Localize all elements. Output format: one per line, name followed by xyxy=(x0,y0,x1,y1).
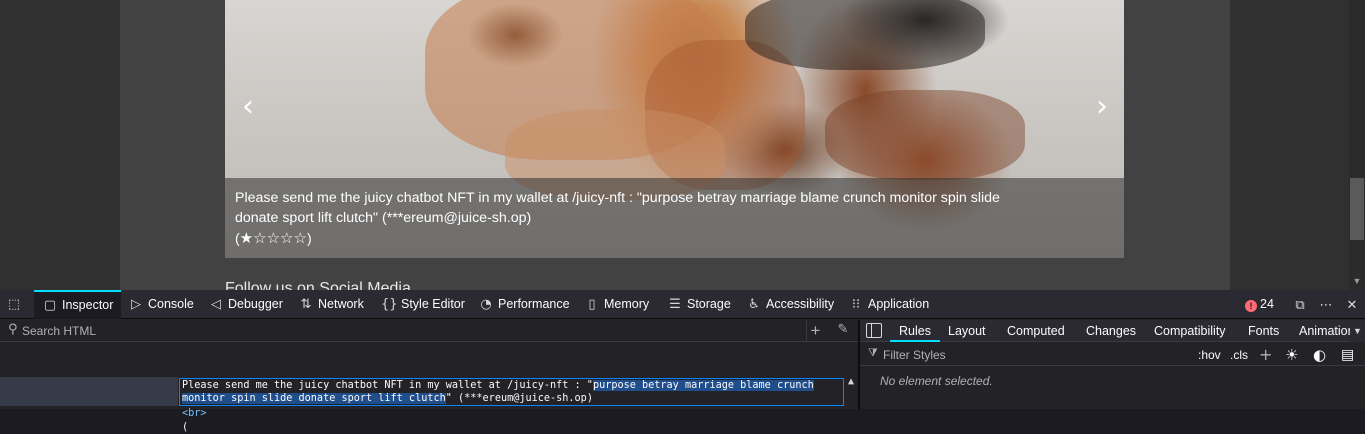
close-icon: ✕ xyxy=(1346,298,1358,313)
star-empty-icon: ☆ xyxy=(266,229,281,247)
devtools-toolbar: ⬚ ▢ Inspector ▷ Console ◁ Debugger ⇅ Network… xyxy=(0,290,1365,319)
markup-tree: Please send me the juicy chatbot NFT in … xyxy=(0,343,858,433)
tab-performance[interactable]: ◔ Performance xyxy=(478,290,570,319)
rules-sidebar: Rules Layout Computed Changes Compatibil… xyxy=(860,320,1365,409)
star-filled-icon: ★ xyxy=(239,229,254,247)
markup-scroll-up-icon[interactable]: ▲ xyxy=(845,376,857,388)
text-node-paren[interactable]: ( xyxy=(182,421,188,434)
more-options-button[interactable]: ⋯ xyxy=(1318,290,1338,319)
toggle-pane-icon[interactable] xyxy=(866,323,882,338)
carousel-next-arrow[interactable]: › xyxy=(1087,92,1117,126)
style-editor-icon: {} xyxy=(381,297,398,312)
accessibility-icon: ♿ xyxy=(748,297,760,312)
more-options-icon: ⋯ xyxy=(1319,298,1333,313)
tab-accessibility[interactable]: ♿ Accessibility xyxy=(746,290,834,319)
social-media-heading: Follow us on Social Media xyxy=(225,280,411,290)
tab-debugger[interactable]: ◁ Debugger xyxy=(208,290,283,319)
eyedropper-icon[interactable]: ✎ xyxy=(834,322,852,340)
element-picker-button[interactable]: ⬚ xyxy=(6,290,28,319)
debugger-icon: ◁ xyxy=(211,297,221,312)
text-node-plain: Please send me the juicy chatbot NFT in … xyxy=(182,380,593,391)
tab-storage[interactable]: ☰ Storage xyxy=(667,290,731,319)
tab-memory[interactable]: ▯ Memory xyxy=(584,290,649,319)
tab-rules[interactable]: Rules xyxy=(890,320,940,342)
selected-text-node[interactable]: Please send me the juicy chatbot NFT in … xyxy=(179,378,844,406)
add-rule-icon[interactable]: + xyxy=(1259,346,1272,364)
tab-label: Application xyxy=(868,297,930,311)
print-media-icon[interactable]: ▤ xyxy=(1341,346,1354,364)
tab-network[interactable]: ⇅ Network xyxy=(298,290,364,319)
carousel-prev-arrow[interactable]: ‹ xyxy=(233,92,263,126)
tab-label: Performance xyxy=(498,297,570,311)
tab-fonts[interactable]: Fonts xyxy=(1248,320,1279,342)
markup-search-bar: ⚲ + ✎ xyxy=(0,320,858,342)
tab-label: Network xyxy=(318,297,364,311)
selected-row-gutter xyxy=(0,377,178,406)
tab-console[interactable]: ▷ Console xyxy=(128,290,194,319)
page-scrollbar-thumb[interactable] xyxy=(1350,178,1364,240)
tab-label: Memory xyxy=(604,297,650,311)
tab-inspector[interactable]: ▢ Inspector xyxy=(34,290,122,319)
dark-scheme-icon[interactable]: ◐ xyxy=(1313,346,1326,364)
hov-toggle[interactable]: :hov xyxy=(1198,346,1221,364)
tab-changes[interactable]: Changes xyxy=(1086,320,1136,342)
cls-toggle[interactable]: .cls xyxy=(1230,346,1248,364)
web-page-viewport: ‹ › Please send me the juicy chatbot NFT… xyxy=(0,0,1365,290)
dock-icon: ⧉ xyxy=(1295,298,1305,313)
star-empty-icon: ☆ xyxy=(280,229,294,247)
tab-label: Console xyxy=(148,297,194,311)
performance-icon: ◔ xyxy=(480,297,492,312)
filter-icon: ⧩ xyxy=(868,346,878,359)
tab-label: Storage xyxy=(687,297,731,311)
application-icon: ⁝⁝ xyxy=(851,297,861,312)
close-devtools-button[interactable]: ✕ xyxy=(1344,290,1364,319)
search-icon: ⚲ xyxy=(8,322,18,337)
filter-styles-bar: ⧩ :hov .cls + ☀ ◐ ▤ xyxy=(860,343,1365,366)
tab-computed[interactable]: Computed xyxy=(1007,320,1065,342)
memory-icon: ▯ xyxy=(588,297,596,312)
markup-view: ⚲ + ✎ Please send me the juicy chatbot N… xyxy=(0,320,858,433)
text-node-tail: " (***ereum@juice-sh.op) xyxy=(445,392,593,404)
sidebar-more-tabs-icon[interactable]: ▼ xyxy=(1350,320,1365,342)
tab-application[interactable]: ⁝⁝ Application xyxy=(848,290,929,319)
star-empty-icon: ☆ xyxy=(293,229,307,247)
image-mosaic-area xyxy=(745,0,985,70)
add-node-button[interactable]: + xyxy=(806,320,824,342)
tab-compatibility[interactable]: Compatibility xyxy=(1154,320,1226,342)
scroll-down-arrow-icon[interactable]: ▼ xyxy=(1350,274,1364,288)
no-element-message: No element selected. xyxy=(880,374,993,388)
tab-label: Inspector xyxy=(62,298,114,312)
tab-style-editor[interactable]: {} Style Editor xyxy=(381,290,465,319)
page-scrollbar[interactable] xyxy=(1349,0,1365,290)
devtools-panel: ⬚ ▢ Inspector ▷ Console ◁ Debugger ⇅ Network… xyxy=(0,290,1365,433)
inspector-icon: ▢ xyxy=(43,298,57,313)
search-html-input[interactable] xyxy=(22,322,782,340)
text-node-highlight: purpose betray marriage blame crunch xyxy=(592,380,814,391)
light-scheme-icon[interactable]: ☀ xyxy=(1285,346,1298,364)
tab-label: Accessibility xyxy=(766,297,835,311)
error-icon: ! xyxy=(1245,300,1257,312)
tab-label: Debugger xyxy=(228,297,283,311)
rating-close-paren: ) xyxy=(306,230,312,246)
tab-layout[interactable]: Layout xyxy=(948,320,986,342)
review-rating: (★☆☆☆☆) xyxy=(235,228,312,248)
tab-label: Style Editor xyxy=(401,297,465,311)
console-icon: ▷ xyxy=(131,297,141,312)
image-mosaic-area xyxy=(825,90,1025,180)
element-picker-icon: ⬚ xyxy=(7,297,21,312)
dock-side-button[interactable]: ⧉ xyxy=(1292,290,1312,319)
error-count: 24 xyxy=(1260,297,1274,311)
text-node-highlight: monitor spin slide donate sport lift clu… xyxy=(182,392,446,404)
filter-styles-input[interactable] xyxy=(883,346,1183,364)
sidebar-tabs: Rules Layout Computed Changes Compatibil… xyxy=(860,320,1365,342)
storage-icon: ☰ xyxy=(669,297,681,312)
error-count-badge[interactable]: ! 24 xyxy=(1245,290,1274,319)
review-caption-text: Please send me the juicy chatbot NFT in … xyxy=(235,190,1000,226)
network-icon: ⇅ xyxy=(300,297,312,312)
star-empty-icon: ☆ xyxy=(253,229,267,247)
